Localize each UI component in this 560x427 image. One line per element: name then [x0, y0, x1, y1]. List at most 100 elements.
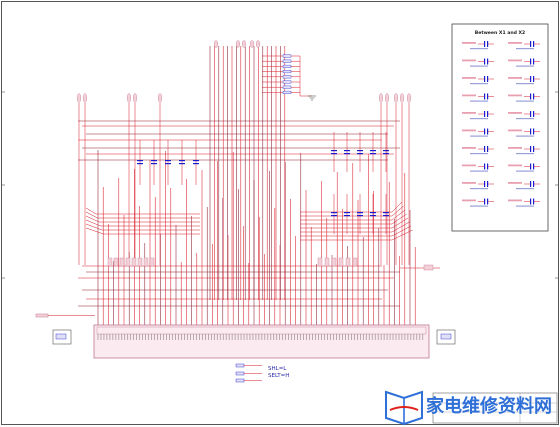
- connector-icon: [157, 93, 162, 103]
- capacitor-icon: [383, 153, 389, 155]
- capacitor-icon: [151, 160, 157, 162]
- capacitor-label-mark: [462, 182, 476, 184]
- capacitor-label-mark: [462, 199, 476, 202]
- capacitor-label-mark: [462, 59, 476, 62]
- capacitor-panel-title: Between X1 and X2: [475, 30, 526, 36]
- resistor-icon: [125, 257, 131, 267]
- capacitor-icon: [484, 111, 486, 117]
- capacitor-label-mark: [470, 83, 488, 85]
- capacitor-label-mark: [508, 147, 522, 149]
- capacitor-icon: [370, 212, 376, 214]
- resistor-icon: [338, 257, 344, 267]
- capacitor-icon: [370, 215, 376, 217]
- right-connector: [436, 329, 456, 345]
- capacitor-icon: [530, 146, 532, 152]
- switch-block: SHL=L SELT=H: [235, 363, 289, 383]
- watermark-text: 家电维修资料网: [426, 395, 552, 417]
- capacitor-icon: [179, 160, 185, 162]
- capacitor-label-mark: [470, 170, 488, 172]
- capacitor-icon: [484, 181, 486, 187]
- connector-icon: [379, 93, 384, 103]
- capacitor-icon: [383, 215, 389, 217]
- wire-trace: [85, 219, 101, 227]
- capacitor-label-mark: [508, 94, 522, 97]
- resistor-icon: [235, 363, 245, 368]
- capacitor-icon: [530, 41, 532, 47]
- connector-icon: [235, 40, 240, 48]
- capacitor-label-mark: [516, 135, 534, 137]
- connector-icon: [76, 93, 81, 103]
- capacitor-label-mark: [516, 205, 534, 207]
- wire-trace: [85, 215, 100, 223]
- ground-icon: [308, 95, 316, 101]
- capacitor-label-mark: [470, 188, 488, 190]
- capacitor-icon: [331, 212, 337, 214]
- shl-label: SHL=L: [268, 366, 287, 372]
- wire-trace: [391, 201, 403, 213]
- capacitor-label-mark: [462, 42, 476, 44]
- schematic-canvas: Between X1 and X2 SHL=L SELT=H 家电维修资料网: [1, 1, 559, 426]
- capacitor-icon: [344, 150, 350, 152]
- capacitor-label-mark: [462, 94, 476, 97]
- connector-icon: [241, 40, 246, 48]
- capacitor-label-mark: [508, 112, 522, 114]
- capacitor-icon: [484, 41, 486, 47]
- capacitor-icon: [137, 163, 143, 165]
- capacitor-label-mark: [470, 48, 488, 50]
- capacitor-label-mark: [462, 112, 476, 114]
- capacitor-label-mark: [516, 65, 534, 67]
- capacitor-label-mark: [462, 164, 476, 167]
- capacitor-icon: [344, 215, 350, 217]
- capacitor-label-mark: [470, 205, 488, 207]
- capacitor-icon: [484, 76, 486, 82]
- connector-icon: [249, 40, 254, 48]
- capacitor-icon: [357, 212, 363, 214]
- connector-icon: [126, 93, 131, 103]
- fuse-icon: [35, 313, 95, 318]
- capacitor-label-mark: [462, 129, 476, 132]
- wire-trace: [391, 209, 406, 221]
- capacitor-label-mark: [508, 59, 522, 62]
- capacitor-icon: [331, 150, 337, 152]
- capacitor-icon: [484, 93, 486, 100]
- resistor-icon: [137, 257, 143, 267]
- resistor-icon: [282, 90, 292, 94]
- capacitor-icon: [530, 128, 532, 135]
- left-connector-pad: [55, 333, 67, 340]
- connector-icon: [213, 40, 218, 48]
- wire-trace: [85, 211, 98, 219]
- fuse-icon: [423, 264, 434, 271]
- capacitor-label-mark: [516, 188, 534, 190]
- connector-icon: [82, 93, 87, 103]
- wire-trace: [85, 227, 104, 235]
- resistor-icon: [317, 257, 323, 267]
- capacitor-icon: [137, 160, 143, 162]
- capacitor-label-mark: [508, 129, 522, 132]
- capacitor-icon: [179, 163, 185, 165]
- resistor-icon: [331, 257, 337, 267]
- capacitor-icon: [331, 153, 337, 155]
- resistor-icon: [143, 257, 149, 267]
- connector-icon: [256, 40, 261, 48]
- resistor-icon: [282, 59, 292, 63]
- capacitor-label-mark: [516, 170, 534, 172]
- resistor-icon: [282, 64, 292, 68]
- capacitor-icon: [484, 146, 486, 152]
- capacitor-label-mark: [508, 199, 522, 202]
- capacitor-icon: [530, 76, 532, 82]
- capacitor-icon: [344, 212, 350, 214]
- resistor-icon: [352, 257, 358, 267]
- selt-label: SELT=H: [268, 373, 289, 379]
- capacitor-label-mark: [508, 77, 522, 79]
- resistor-icon: [282, 80, 292, 84]
- capacitor-icon: [151, 163, 157, 165]
- capacitor-icon: [530, 181, 532, 187]
- resistor-icon: [113, 257, 119, 267]
- capacitor-icon: [530, 198, 532, 205]
- connector-icon: [394, 93, 399, 103]
- resistor-icon: [149, 257, 155, 267]
- capacitor-icon: [530, 111, 532, 117]
- capacitor-label-mark: [462, 77, 476, 79]
- capacitor-label-mark: [508, 42, 522, 44]
- capacitor-icon: [530, 93, 532, 100]
